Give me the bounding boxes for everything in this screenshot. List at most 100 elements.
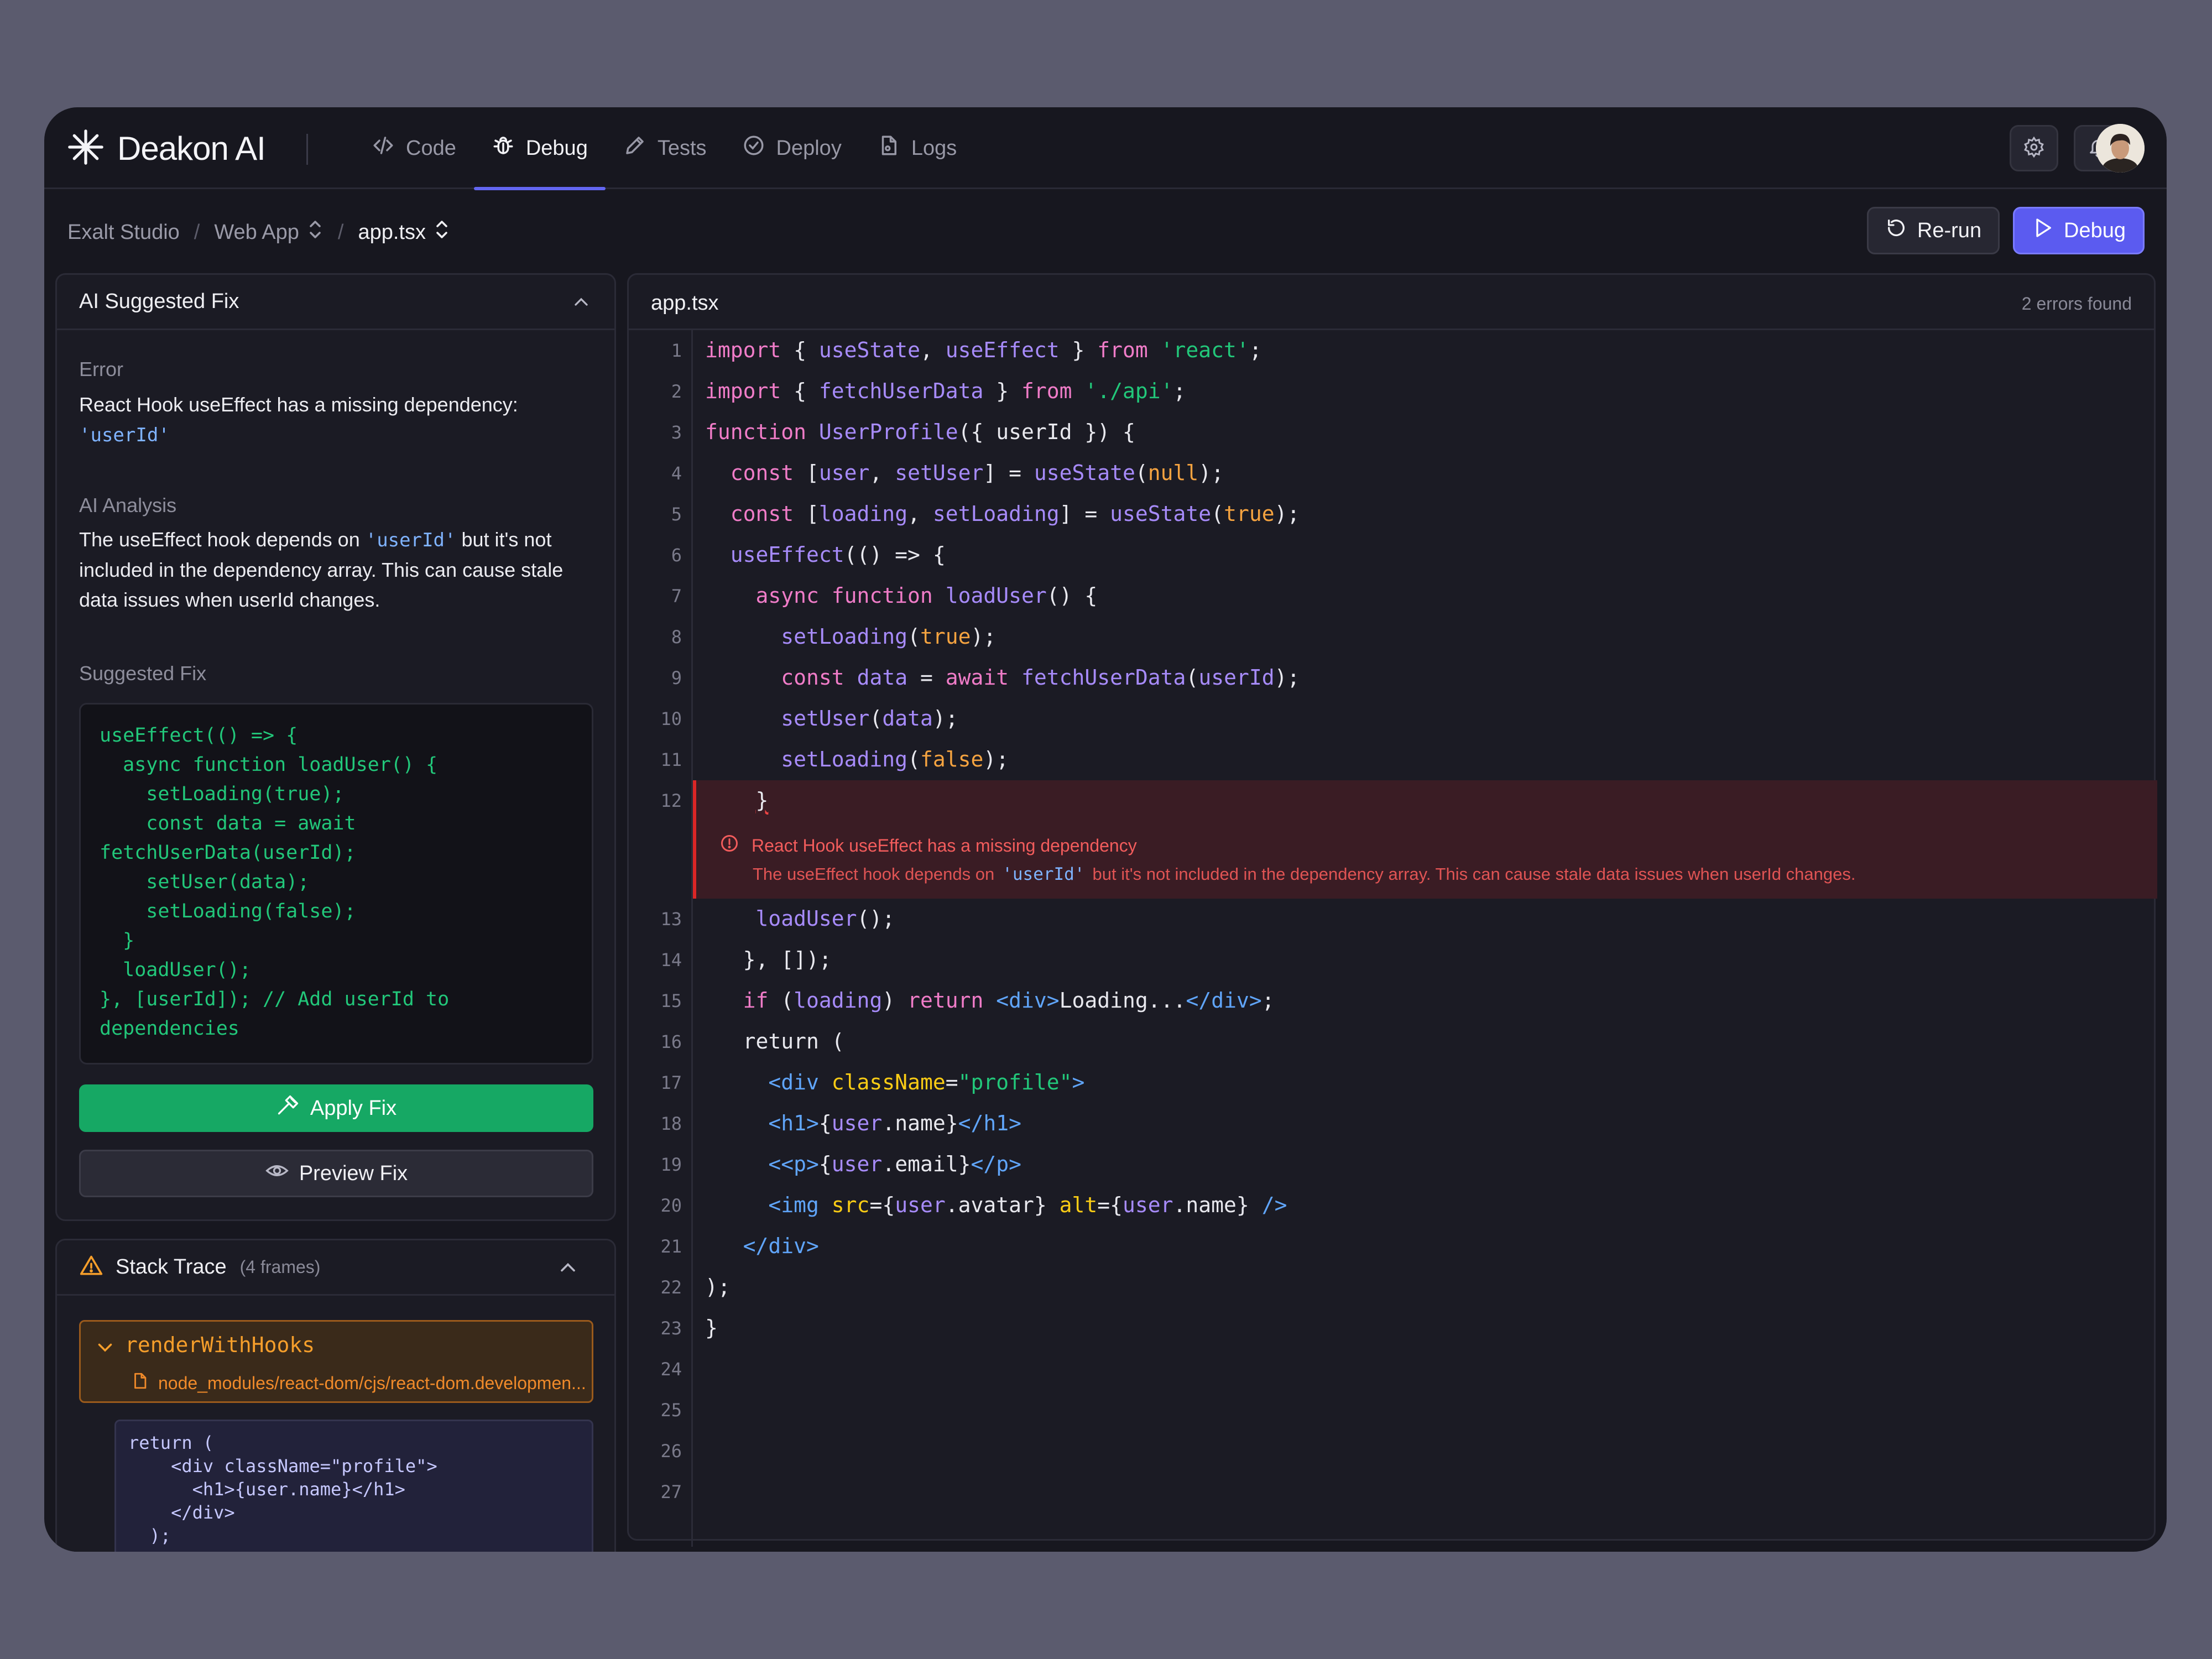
code-line[interactable]: 20 <img src={user.avatar} alt={user.name…	[629, 1185, 2157, 1226]
chevron-up-icon[interactable]	[556, 1255, 580, 1280]
code-editor: app.tsx 2 errors found 1 import { useStat…	[627, 273, 2157, 1547]
line-number: 26	[660, 1441, 682, 1462]
code-line[interactable]: 2 import { fetchUserData } from './api';	[629, 371, 2157, 412]
code-line[interactable]: 10 setUser(data);	[629, 698, 2157, 739]
error-desc-after: but it's not included in the dependency …	[1092, 864, 1856, 884]
line-number: 20	[660, 1195, 682, 1216]
panel-title: AI Suggested Fix	[79, 290, 239, 313]
stack-trace-header[interactable]: Stack Trace (4 frames)	[57, 1240, 614, 1296]
code-line[interactable]: 14 }, []);	[629, 940, 2157, 980]
apply-fix-button[interactable]: Apply Fix	[79, 1084, 593, 1132]
code-text: const [loading, setLoading] = useState(t…	[730, 502, 1300, 526]
analysis-before: The useEffect hook depends on	[79, 528, 366, 551]
line-number: 23	[660, 1318, 682, 1339]
code-line[interactable]: 21 </div>	[629, 1226, 2157, 1267]
line-number: 9	[671, 667, 682, 688]
code-text: function UserProfile({ userId }) {	[705, 420, 1135, 444]
breadcrumb-separator: /	[194, 220, 200, 244]
code-text: <h1>{user.name}</h1>	[768, 1111, 1021, 1135]
line-number: 6	[671, 545, 682, 566]
preview-fix-button[interactable]: Preview Fix	[79, 1150, 593, 1197]
code-text: import { fetchUserData } from './api';	[705, 379, 1186, 403]
app-name: Deakon AI	[117, 129, 266, 167]
line-number: 18	[660, 1113, 682, 1134]
file-icon	[877, 134, 911, 163]
rerun-label: Re-run	[1917, 218, 1982, 242]
code-line[interactable]: 11 setLoading(false);	[629, 739, 2157, 780]
chevron-up-icon[interactable]	[570, 291, 592, 313]
code-text: import { useState, useEffect } from 'rea…	[705, 338, 1262, 362]
code-line[interactable]: 16 return (	[629, 1021, 2157, 1062]
code-line[interactable]: 3 function UserProfile({ userId }) {	[629, 412, 2157, 453]
code-line[interactable]: 18 <h1>{user.name}</h1>	[629, 1103, 2157, 1144]
code-line-error[interactable]: 12 } React Hook useEffect has a missing …	[629, 780, 2157, 899]
stack-frame[interactable]: renderWithHooks node_modules/react-dom/c…	[79, 1320, 593, 1403]
app-window: Deakon AI Code Debug Tests Deploy Logs E…	[44, 107, 2167, 1552]
frame-function: renderWithHooks	[125, 1333, 315, 1357]
ai-fix-header[interactable]: AI Suggested Fix	[57, 275, 614, 330]
inline-error-title: React Hook useEffect has a missing depen…	[719, 833, 1137, 858]
breadcrumb: Exalt Studio / Web App / app.tsx	[67, 216, 450, 249]
tab-label: Deploy	[776, 136, 842, 160]
code-line[interactable]: 6 useEffect(() => {	[629, 535, 2157, 576]
error-desc-before: The useEffect hook depends on	[753, 864, 995, 884]
analysis-code: 'userId'	[365, 529, 456, 551]
code-line[interactable]: 5 const [loading, setLoading] = useState…	[629, 494, 2157, 535]
breadcrumb-project[interactable]: Web App	[214, 221, 299, 244]
line-number: 8	[671, 627, 682, 648]
code-text: const data = await fetchUserData(userId)…	[781, 665, 1300, 690]
inline-error-title-text: React Hook useEffect has a missing depen…	[752, 835, 1137, 855]
line-number: 24	[660, 1359, 682, 1380]
pencil-icon	[623, 134, 658, 163]
code-line[interactable]: 9 const data = await fetchUserData(userI…	[629, 658, 2157, 698]
code-text: async function loadUser() {	[755, 583, 1098, 608]
code-text: if (loading) return <div>Loading...</div…	[743, 988, 1275, 1013]
code-text: );	[705, 1275, 731, 1299]
line-number: 17	[660, 1072, 682, 1093]
code-line[interactable]: 22);	[629, 1267, 2157, 1308]
check-circle-icon	[742, 134, 776, 163]
line-number: 5	[671, 504, 682, 525]
chevron-updown-icon[interactable]	[299, 218, 324, 246]
code-line[interactable]: 25	[629, 1390, 2157, 1431]
settings-button[interactable]	[2010, 125, 2058, 171]
line-number: 21	[660, 1236, 682, 1257]
logo[interactable]: Deakon AI	[66, 128, 266, 168]
code-text: <<p>{user.email}</p>	[768, 1152, 1021, 1176]
code-line[interactable]: 17 <div className="profile">	[629, 1062, 2157, 1103]
code-line[interactable]: 8 setLoading(true);	[629, 617, 2157, 658]
tab-code[interactable]: Code	[354, 107, 474, 189]
rerun-button[interactable]: Re-run	[1867, 207, 2000, 254]
code-line[interactable]: 7 async function loadUser() {	[629, 576, 2157, 617]
code-text: }	[755, 788, 769, 812]
code-line[interactable]: 27	[629, 1472, 2157, 1512]
debug-button[interactable]: Debug	[2013, 207, 2145, 254]
tab-tests[interactable]: Tests	[606, 107, 724, 189]
code-line[interactable]: 23}	[629, 1308, 2157, 1349]
code-line[interactable]: 15 if (loading) return <div>Loading...</…	[629, 980, 2157, 1021]
code-line[interactable]: 13 loadUser();	[629, 899, 2157, 940]
chevron-updown-icon[interactable]	[426, 218, 450, 246]
inline-error-desc: The useEffect hook depends on 'userId' but…	[753, 864, 1855, 884]
frame-snippet: return ( <div className="profile"> <h1>{…	[114, 1420, 593, 1552]
editor-header: app.tsx 2 errors found	[629, 275, 2154, 330]
error-text: React Hook useEffect has a missing depen…	[79, 393, 518, 416]
tab-deploy[interactable]: Deploy	[724, 107, 859, 189]
code-text: }	[705, 1316, 718, 1340]
code-line[interactable]: 26	[629, 1431, 2157, 1472]
breadcrumb-workspace[interactable]: Exalt Studio	[67, 221, 180, 244]
avatar[interactable]	[2096, 124, 2145, 173]
code-line[interactable]: 24	[629, 1349, 2157, 1390]
frame-file[interactable]: node_modules/react-dom/cjs/react-dom.dev…	[131, 1371, 586, 1395]
errors-count: 2 errors found	[2021, 294, 2132, 314]
tab-debug[interactable]: Debug	[473, 107, 606, 190]
code-line[interactable]: 4 const [user, setUser] = useState(null)…	[629, 453, 2157, 494]
frame-count: (4 frames)	[239, 1257, 321, 1277]
line-number: 1	[671, 340, 682, 361]
code-line[interactable]: 1 import { useState, useEffect } from 're…	[629, 330, 2157, 371]
breadcrumb-file[interactable]: app.tsx	[358, 221, 426, 244]
tab-logs[interactable]: Logs	[859, 107, 974, 189]
bug-icon	[492, 134, 526, 163]
chevron-down-icon[interactable]	[95, 1337, 115, 1357]
code-line[interactable]: 19 <<p>{user.email}</p>	[629, 1144, 2157, 1185]
